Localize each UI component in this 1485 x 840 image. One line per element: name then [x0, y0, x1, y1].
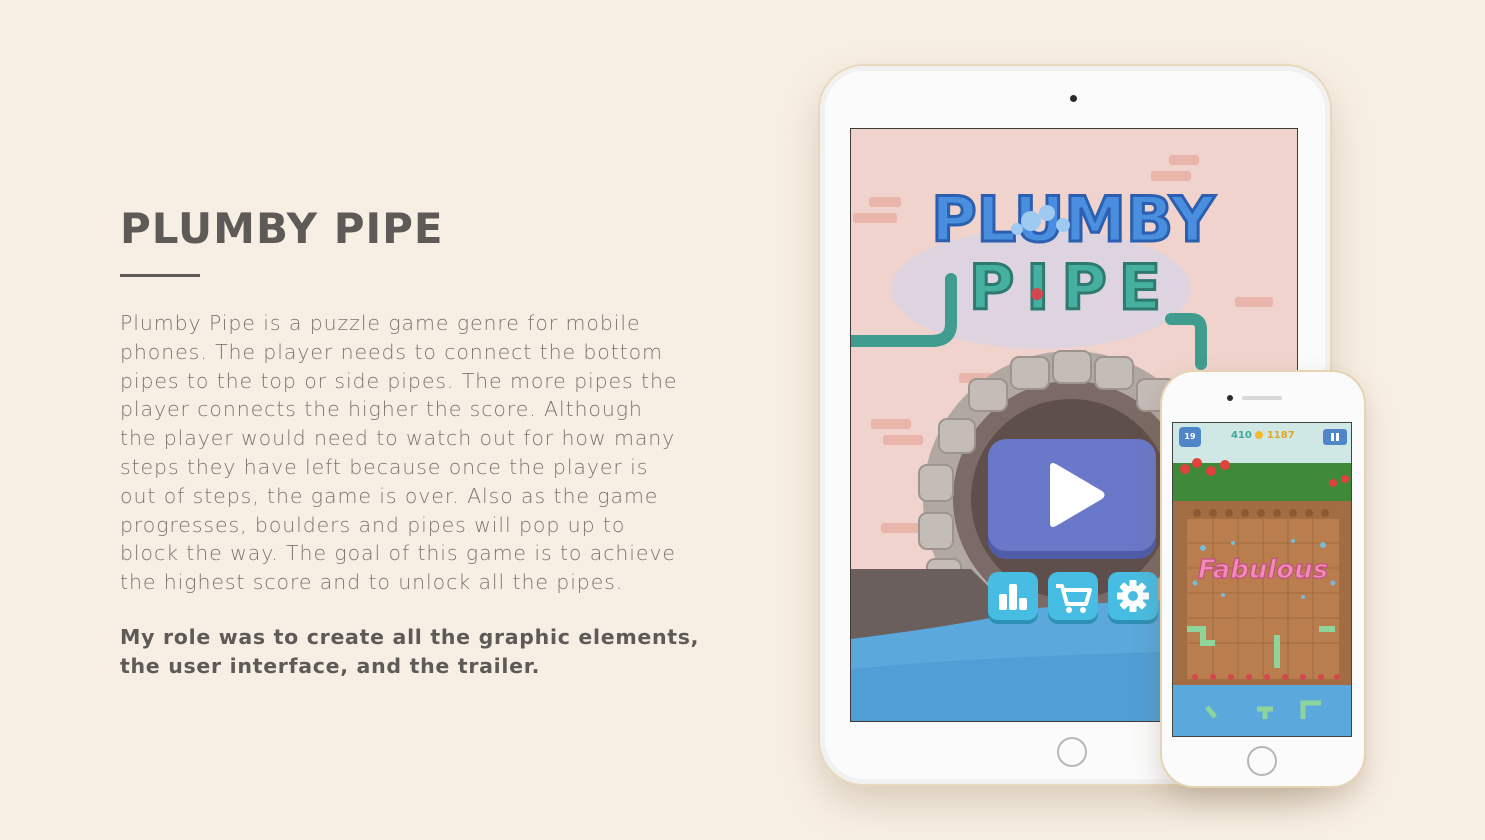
phone-speaker	[1242, 396, 1282, 400]
phone-home-button	[1247, 746, 1277, 776]
project-description: Plumby Pipe is a puzzle game genre for m…	[120, 309, 730, 597]
score-value: 1187	[1266, 430, 1295, 441]
pause-button[interactable]	[1323, 429, 1347, 445]
play-button[interactable]	[988, 439, 1156, 551]
play-icon	[1050, 463, 1105, 527]
level-badge: 19	[1179, 427, 1201, 447]
pause-icon	[1331, 433, 1339, 441]
logo-pipe: PIPE	[969, 251, 1173, 324]
phone-camera	[1227, 395, 1233, 401]
medal-icon	[1255, 431, 1264, 439]
role-line: the user interface, and the trailer.	[120, 653, 541, 678]
role-statement: My role was to create all the graphic el…	[120, 623, 730, 681]
description-line: pipes to the top or side pipes. The more…	[120, 368, 678, 393]
description-line: the highest score and to unlock all the …	[120, 570, 624, 595]
phone-mockup: Fabulous 19 410 1187	[1162, 372, 1364, 786]
score-display: 410 1187	[1231, 429, 1295, 443]
pipe-outlets	[1193, 509, 1329, 517]
cart-icon	[1056, 584, 1092, 613]
description-line: progresses, boulders and pipes will pop …	[120, 512, 626, 537]
level-number: 19	[1184, 432, 1196, 441]
description-line: block the way. The goal of this game is …	[120, 541, 676, 566]
moves-count: 410	[1231, 430, 1252, 441]
description-line: steps they have left because once the pl…	[120, 454, 649, 479]
page-title: PLUMBY PIPE	[120, 204, 444, 253]
description-line: Plumby Pipe is a puzzle game genre for m…	[120, 311, 641, 335]
gear-icon	[1117, 580, 1149, 612]
title-underline	[120, 274, 200, 277]
phone-screen: Fabulous 19 410 1187	[1172, 422, 1352, 737]
tablet-home-button	[1057, 737, 1087, 767]
description-line: the player would need to watch out for h…	[120, 426, 676, 451]
leaderboard-button[interactable]	[988, 572, 1038, 620]
description-line: phones. The player needs to connect the …	[120, 339, 663, 364]
tablet-camera	[1070, 95, 1077, 102]
settings-button[interactable]	[1108, 572, 1158, 620]
phone-game-board: Fabulous	[1173, 423, 1351, 736]
role-line: My role was to create all the graphic el…	[120, 624, 700, 649]
description-line: player connects the higher the score. Al…	[120, 397, 643, 422]
shop-button[interactable]	[1048, 572, 1098, 620]
description-line: out of steps, the game is over. Also as …	[120, 483, 659, 508]
valve-wheel	[1031, 288, 1043, 300]
fabulous-banner: Fabulous	[1198, 555, 1328, 585]
logo-plumby: PLUMBY	[931, 183, 1216, 256]
leaderboard-icon	[999, 584, 1027, 610]
text-column: PLUMBY PIPE Plumby Pipe is a puzzle game…	[120, 200, 730, 681]
